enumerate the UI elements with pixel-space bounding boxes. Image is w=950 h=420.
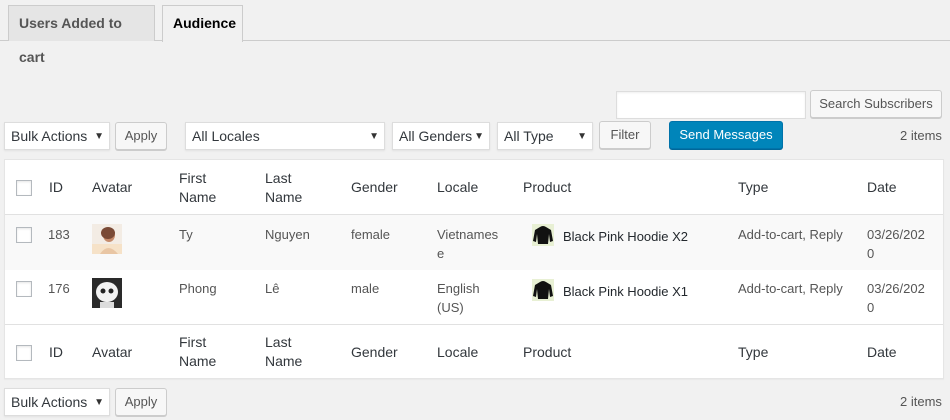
table-header-row: ID Avatar First Name Last Name Gender Lo… bbox=[5, 160, 943, 215]
row-date-line2: 0 bbox=[867, 300, 875, 315]
col-locale[interactable]: Locale bbox=[437, 178, 478, 197]
tab-audience[interactable]: Audience bbox=[162, 5, 243, 42]
row-type: Add-to-cart, Reply bbox=[738, 281, 843, 296]
hoodie-icon bbox=[532, 279, 554, 301]
row-locale: English (US) bbox=[437, 279, 480, 317]
row-first-name: Ty bbox=[179, 227, 193, 242]
col-first-name[interactable]: First Name bbox=[179, 169, 216, 207]
row-product-name[interactable]: Black Pink Hoodie X2 bbox=[563, 227, 688, 246]
bulk-actions-value: Bulk Actions bbox=[11, 128, 88, 144]
dropdown-arrow-icon: ▼ bbox=[474, 131, 484, 142]
search-input[interactable] bbox=[616, 91, 806, 119]
col-last-name-line2: Name bbox=[265, 353, 303, 369]
tab-users-added-to-cart[interactable]: Users Added to cart bbox=[8, 5, 155, 65]
select-all-checkbox-footer[interactable] bbox=[16, 345, 32, 361]
col-id-footer[interactable]: ID bbox=[49, 343, 63, 362]
genders-value: All Genders bbox=[399, 128, 473, 144]
row-gender: male bbox=[351, 281, 380, 296]
select-all-checkbox[interactable] bbox=[16, 180, 32, 196]
subscribers-table: ID Avatar First Name Last Name Gender Lo… bbox=[4, 159, 944, 379]
col-type[interactable]: Type bbox=[738, 178, 768, 197]
row-first-name: Phong bbox=[179, 281, 217, 296]
row-locale-line1: English bbox=[437, 281, 480, 296]
col-id[interactable]: ID bbox=[49, 178, 63, 197]
row-locale-line2: e bbox=[437, 246, 445, 261]
tab-bar: Users Added to cart Audience bbox=[0, 0, 950, 65]
col-avatar-footer: Avatar bbox=[92, 344, 133, 360]
row-checkbox[interactable] bbox=[16, 281, 32, 297]
row-date: 03/26/202 0 bbox=[867, 279, 925, 317]
bulk-actions-value: Bulk Actions bbox=[11, 394, 88, 410]
row-locale: Vietnames e bbox=[437, 225, 498, 263]
col-first-name-line2: Name bbox=[179, 189, 217, 205]
items-count-bottom: 2 items bbox=[900, 394, 942, 409]
col-date[interactable]: Date bbox=[867, 178, 897, 197]
robot-avatar-photo bbox=[92, 278, 122, 308]
col-first-name-line1: First bbox=[179, 170, 207, 186]
col-last-name-line1: Last bbox=[265, 170, 292, 186]
send-messages-button[interactable]: Send Messages bbox=[669, 121, 783, 149]
row-type: Add-to-cart, Reply bbox=[738, 227, 843, 242]
locales-select[interactable]: All Locales ▼ bbox=[185, 122, 385, 150]
col-date-footer[interactable]: Date bbox=[867, 343, 897, 362]
type-select[interactable]: All Type ▼ bbox=[497, 122, 593, 150]
row-gender: female bbox=[351, 227, 391, 242]
bulk-actions-select-top[interactable]: Bulk Actions ▼ bbox=[4, 122, 110, 150]
row-checkbox[interactable] bbox=[16, 227, 32, 243]
col-first-name-line1: First bbox=[179, 334, 207, 350]
genders-select[interactable]: All Genders ▼ bbox=[392, 122, 490, 150]
dropdown-arrow-icon: ▼ bbox=[369, 131, 379, 142]
col-gender-footer[interactable]: Gender bbox=[351, 343, 398, 362]
row-locale-line1: Vietnames bbox=[437, 227, 499, 242]
user-avatar-photo bbox=[92, 224, 122, 254]
col-product: Product bbox=[523, 179, 572, 195]
row-last-name: Lê bbox=[265, 281, 280, 296]
row-id: 176 bbox=[48, 281, 70, 296]
col-last-name-line1: Last bbox=[265, 334, 292, 350]
filter-button[interactable]: Filter bbox=[599, 121, 651, 149]
row-product-name[interactable]: Black Pink Hoodie X1 bbox=[563, 282, 688, 301]
search-subscribers-button[interactable]: Search Subscribers bbox=[810, 90, 942, 118]
row-date: 03/26/202 0 bbox=[867, 225, 925, 263]
apply-button-top[interactable]: Apply bbox=[115, 122, 167, 150]
row-last-name: Nguyen bbox=[265, 227, 310, 242]
dropdown-arrow-icon: ▼ bbox=[577, 131, 587, 142]
col-gender[interactable]: Gender bbox=[351, 178, 398, 197]
row-date-line2: 0 bbox=[867, 246, 875, 261]
col-locale-footer[interactable]: Locale bbox=[437, 343, 478, 362]
dropdown-arrow-icon: ▼ bbox=[94, 397, 104, 408]
type-value: All Type bbox=[504, 128, 554, 144]
dropdown-arrow-icon: ▼ bbox=[94, 131, 104, 142]
col-product-footer: Product bbox=[523, 344, 572, 360]
hoodie-icon bbox=[532, 224, 554, 246]
col-type-footer[interactable]: Type bbox=[738, 343, 768, 362]
col-last-name[interactable]: Last Name bbox=[265, 169, 302, 207]
row-id: 183 bbox=[48, 227, 70, 242]
table-footer-row: ID Avatar First Name Last Name Gender Lo… bbox=[5, 324, 943, 378]
bulk-actions-select-bottom[interactable]: Bulk Actions ▼ bbox=[4, 388, 110, 416]
row-locale-line2: (US) bbox=[437, 300, 464, 315]
col-last-name-footer[interactable]: Last Name bbox=[265, 333, 302, 371]
col-last-name-line2: Name bbox=[265, 189, 303, 205]
items-count-top: 2 items bbox=[900, 128, 942, 143]
table-row: 183 Ty Nguyen female Vietnames e Black P… bbox=[5, 215, 943, 270]
col-avatar: Avatar bbox=[92, 179, 133, 195]
table-row: 176 Phong Lê male English (US) Black Pin… bbox=[5, 270, 943, 324]
row-date-line1: 03/26/202 bbox=[867, 281, 925, 296]
row-date-line1: 03/26/202 bbox=[867, 227, 925, 242]
apply-button-bottom[interactable]: Apply bbox=[115, 388, 167, 416]
locales-value: All Locales bbox=[192, 128, 260, 144]
col-first-name-line2: Name bbox=[179, 353, 217, 369]
col-first-name-footer[interactable]: First Name bbox=[179, 333, 216, 371]
